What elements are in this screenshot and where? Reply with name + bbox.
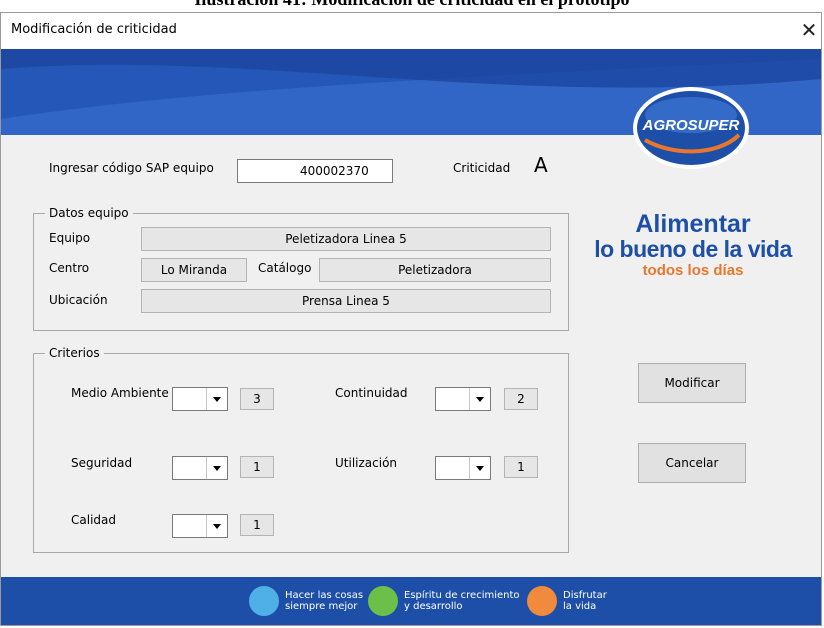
centro-field: Lo Miranda	[141, 258, 247, 282]
chevron-down-icon[interactable]	[469, 457, 490, 479]
userform-window: Modificación de criticidad ✕ AGROSUPER A…	[0, 12, 822, 626]
slogan-line-1: Alimentar	[635, 210, 751, 238]
logo-text: AGROSUPER	[642, 117, 740, 134]
continuidad-dropdown[interactable]	[435, 387, 491, 411]
growth-person-icon	[368, 586, 398, 616]
catalogo-field: Peletizadora	[319, 258, 551, 282]
utilizacion-label: Utilización	[335, 456, 398, 470]
joy-face-icon	[527, 586, 557, 616]
equipo-field: Peletizadora Linea 5	[141, 227, 551, 251]
chevron-down-icon[interactable]	[206, 388, 227, 410]
sap-code-input[interactable]: 400002370	[237, 159, 393, 183]
slogan-line-2: lo bueno de la vida	[594, 236, 792, 262]
chevron-down-icon[interactable]	[469, 388, 490, 410]
datos-equipo-legend: Datos equipo	[45, 206, 133, 220]
footer-banner: Hacer las cosas siempre mejor Espíritu d…	[1, 577, 821, 625]
footer-value-3: Disfrutar la vida	[563, 590, 607, 612]
continuidad-score: 2	[504, 388, 538, 410]
footer-value-2-line1: Espíritu de crecimiento	[404, 590, 520, 601]
seguridad-score: 1	[240, 456, 274, 478]
footer-value-1: Hacer las cosas siempre mejor	[285, 590, 363, 612]
sap-code-value: 400002370	[300, 164, 369, 178]
criterios-legend: Criterios	[45, 346, 104, 360]
footer-value-2: Espíritu de crecimiento y desarrollo	[404, 590, 520, 612]
chevron-down-icon[interactable]	[206, 515, 227, 537]
centro-label: Centro	[49, 261, 90, 275]
footer-value-1-line1: Hacer las cosas	[285, 590, 364, 601]
utilizacion-dropdown[interactable]	[435, 456, 491, 480]
footer-value-3-line2: la vida	[563, 601, 597, 612]
close-icon[interactable]: ✕	[797, 17, 821, 43]
window-title: Modificación de criticidad	[11, 22, 177, 37]
medio-ambiente-label: Medio Ambiente	[71, 386, 169, 400]
utilizacion-score: 1	[504, 456, 538, 478]
thumbs-up-icon	[249, 586, 279, 616]
seguridad-label: Seguridad	[71, 456, 133, 470]
calidad-dropdown[interactable]	[172, 514, 228, 538]
ubicacion-label: Ubicación	[49, 293, 108, 307]
calidad-score: 1	[240, 514, 274, 536]
modificar-button[interactable]: Modificar	[638, 363, 746, 403]
calidad-label: Calidad	[71, 513, 116, 527]
chevron-down-icon[interactable]	[206, 457, 227, 479]
slogan: Alimentar lo bueno de la vida todos los …	[593, 211, 793, 279]
continuidad-label: Continuidad	[335, 386, 408, 400]
title-bar: Modificación de criticidad ✕	[1, 13, 821, 49]
slogan-line-3: todos los días	[642, 262, 744, 279]
medio-ambiente-score: 3	[240, 388, 274, 410]
footer-value-1-line2: siempre mejor	[285, 601, 358, 612]
footer-value-3-line1: Disfrutar	[563, 590, 607, 601]
sap-code-label: Ingresar código SAP equipo	[49, 161, 214, 175]
criticidad-label: Criticidad	[453, 161, 511, 175]
agrosuper-logo: AGROSUPER	[631, 85, 751, 171]
catalogo-label: Catálogo	[258, 261, 312, 275]
seguridad-dropdown[interactable]	[172, 456, 228, 480]
figure-caption: Ilustración 41: Modificación de criticid…	[0, 0, 824, 10]
footer-value-2-line2: y desarrollo	[404, 601, 463, 612]
ubicacion-field: Prensa Linea 5	[141, 289, 551, 313]
medio-ambiente-dropdown[interactable]	[172, 387, 228, 411]
cancelar-button[interactable]: Cancelar	[638, 443, 746, 483]
equipo-label: Equipo	[49, 231, 91, 245]
criticidad-value: A	[534, 153, 548, 177]
